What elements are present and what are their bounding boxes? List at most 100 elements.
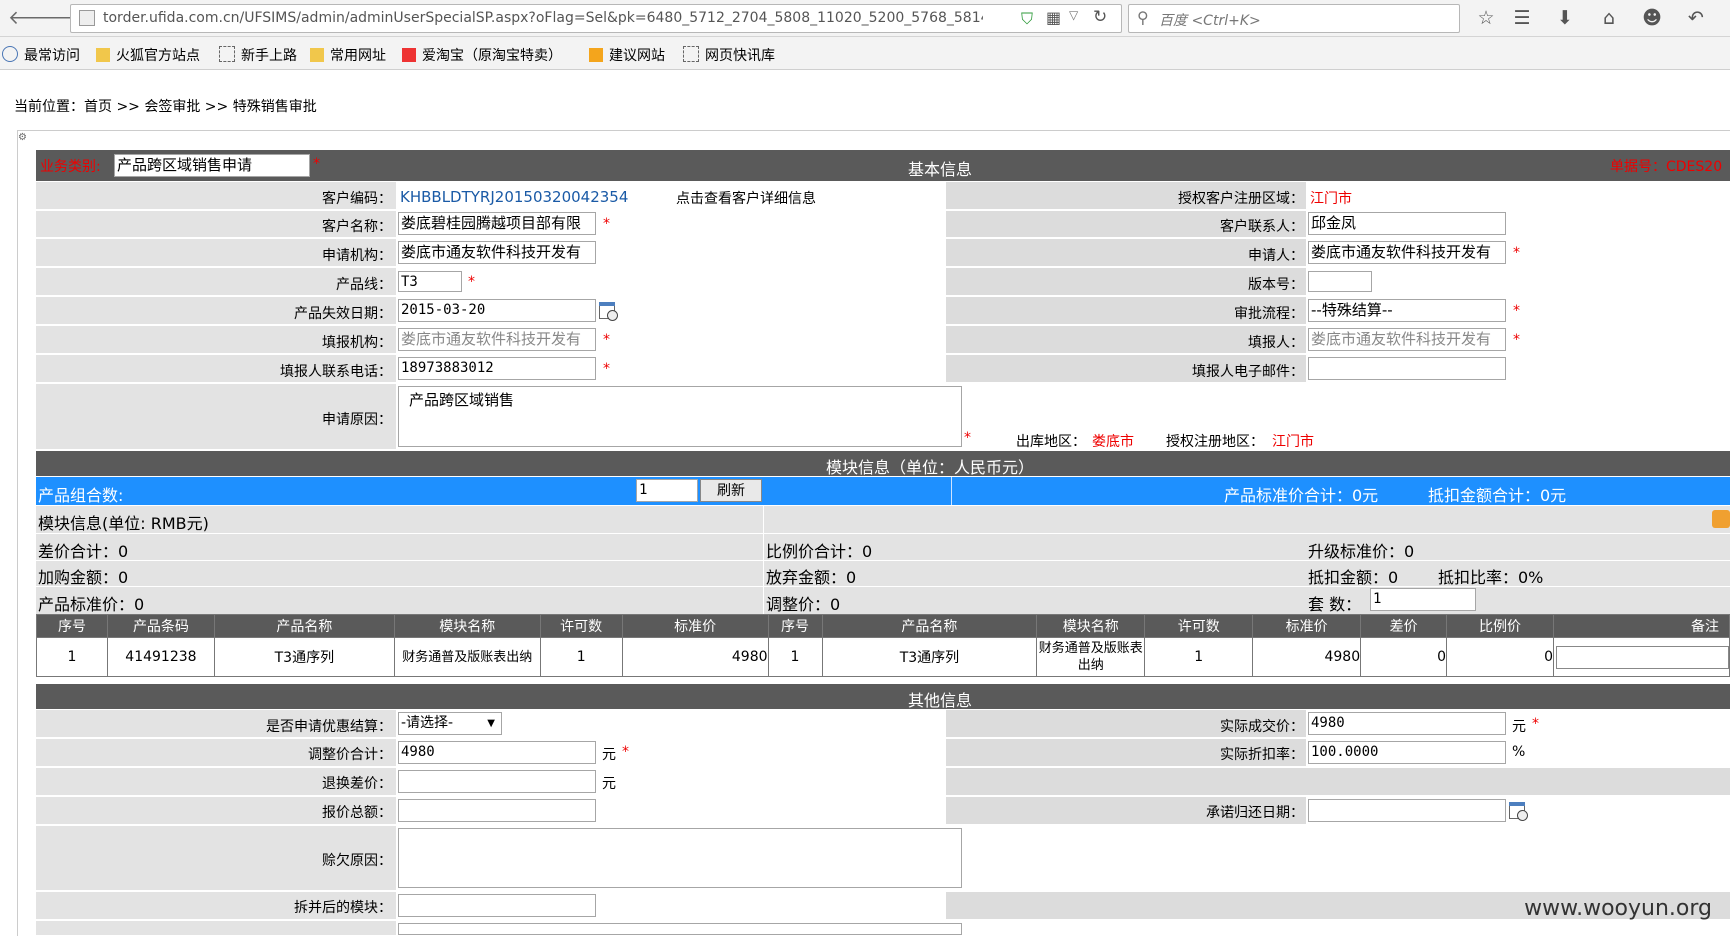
bookmark-firefox[interactable]: 火狐官方站点 [96,45,200,65]
product-line-input[interactable]: T3 [398,271,462,292]
required-mark: * [1513,332,1520,348]
table-cell: 41491238 [106,637,215,677]
bing-icon [589,48,603,62]
discount-value: -请选择- [401,715,454,731]
search-icon: ⚲ [1137,8,1149,27]
undo-icon[interactable]: ↶ [1684,6,1708,30]
doc-number: 单据号：CDES20 [1610,159,1723,175]
reading-list-icon[interactable]: ☰ [1510,6,1534,30]
required-mark: * [468,274,475,290]
phone-input[interactable]: 18973883012 [398,357,596,380]
col-header: 标准价 [621,614,769,638]
dropdown-icon[interactable]: ▽ [1069,8,1078,22]
col-header: 模块名称 [393,614,541,638]
breadcrumb: 当前位置：首页 >> 会签审批 >> 特殊销售审批 [14,99,317,115]
auth-region-value: 江门市 [1310,191,1352,207]
calendar-icon[interactable] [599,302,618,321]
bookmark-aitaobao[interactable]: 爱淘宝（原淘宝特卖） [402,45,562,65]
extra-textarea[interactable] [398,923,962,935]
return-date-label: 承诺归还日期： [1206,805,1304,821]
download-icon[interactable]: ⬇ [1553,6,1577,30]
qr-icon[interactable]: ▦ [1046,8,1061,27]
col-header: 许可数 [1144,614,1254,638]
folder-icon [310,48,324,62]
col-header: 模块名称 [1036,614,1146,638]
col-header: 产品名称 [821,614,1038,638]
combo-input[interactable]: 1 [636,479,698,502]
adjust-price: 调整价：0 [766,595,841,614]
add-amount: 加购金额：0 [38,568,129,587]
quote-total-label: 报价总额： [322,805,392,821]
quote-total-input[interactable] [398,799,596,822]
contact-input[interactable]: 邱金凤 [1308,212,1506,235]
required-mark: * [603,332,610,348]
product-line-label: 产品线： [336,277,392,293]
customer-detail-link[interactable]: 点击查看客户详细信息 [676,188,816,208]
flow-label: 审批流程： [1234,306,1304,322]
bookmark-common[interactable]: 常用网址 [310,45,386,65]
customer-code-label: 客户编码： [322,191,392,207]
taobao-icon [402,48,416,62]
reload-icon[interactable]: ↻ [1093,7,1107,27]
other-info-title: 其他信息 [908,691,973,710]
url-bar[interactable]: torder.ufida.com.cn/UFSIMS/admin/adminUs… [70,4,1122,33]
col-header: 许可数 [539,614,623,638]
settings-icon[interactable] [1712,510,1730,528]
search-icon [2,46,18,62]
remark-input[interactable] [1555,645,1729,669]
adjust-total-input[interactable]: 4980 [398,741,596,764]
filler-input[interactable]: 娄底市通友软件科技开发有 [1308,328,1506,351]
search-bar[interactable]: ⚲ 百度 <Ctrl+K> [1128,4,1460,33]
biz-type-input[interactable]: 产品跨区域销售申请 [114,154,310,177]
required-mark: * [1532,716,1539,732]
version-input[interactable] [1308,271,1372,292]
upgrade-std: 升级标准价：0 [1308,542,1415,561]
return-date-input[interactable] [1308,799,1506,822]
col-header: 序号 [36,614,108,638]
sets-input[interactable]: 1 [1370,588,1476,611]
phone-label: 填报人联系电话： [280,364,392,380]
email-input[interactable] [1308,357,1506,380]
back-icon[interactable]: 🡐 [8,6,59,30]
forward-icon[interactable]: 🡒 [38,6,89,30]
auth-reg-label: 授权注册地区： [1166,434,1264,450]
bookmark-web-slices[interactable]: 网页快讯库 [683,45,775,65]
module-summary: 模块信息(单位: RMB元) 差价合计：0 比例价合计：0 升级标准价：0 加购… [36,506,1730,614]
applicant-input[interactable]: 娄底市通友软件科技开发有 [1308,241,1506,264]
basic-info-header: 业务类别: 产品跨区域销售申请 * 基本信息 单据号：CDES20 [36,150,1730,181]
refresh-button[interactable]: 刷新 [700,479,762,502]
fill-org-label: 填报机构： [322,335,392,351]
calendar-icon[interactable] [1509,802,1528,821]
customer-code-link[interactable]: KHBBLDTYRJ20150320042354 [400,188,628,206]
required-mark: * [1513,303,1520,319]
actual-rate-input[interactable]: 100.0000 [1308,741,1506,764]
flow-select[interactable]: --特殊结算-- [1308,299,1506,322]
fill-org-input[interactable]: 娄底市通友软件科技开发有 [398,328,596,351]
debt-reason-textarea[interactable] [398,828,962,888]
watermark: www.wooyun.org [1524,896,1712,921]
refund-input[interactable] [398,770,596,793]
folder-icon [96,48,110,62]
split-module-input[interactable] [398,894,596,917]
actual-price-input[interactable]: 4980 [1308,712,1506,735]
actual-rate-label: 实际折扣率： [1220,747,1304,763]
expire-date-input[interactable]: 2015-03-20 [398,299,596,322]
reason-label: 申请原因： [322,412,392,428]
out-region-label: 出库地区： [1016,434,1086,450]
star-icon[interactable]: ☆ [1474,6,1498,30]
table-cell: T3通序列 [213,637,395,677]
combo-divider [951,477,952,505]
bookmark-most-visited[interactable]: 最常访问 [2,45,80,65]
apply-org-input[interactable]: 娄底市通友软件科技开发有 [398,241,596,264]
home-icon[interactable]: ⌂ [1597,6,1621,30]
chat-icon[interactable]: ☻ [1640,6,1664,30]
bookmark-getting-started[interactable]: 新手上路 [219,45,297,65]
reason-textarea[interactable]: 产品跨区域销售 [398,386,962,447]
unit-yuan: 元 [602,776,616,792]
bookmark-suggested[interactable]: 建议网站 [589,45,665,65]
filler-label: 填报人： [1248,335,1304,351]
discount-select[interactable]: -请选择- ▼ [398,712,502,735]
debt-reason-label: 赊欠原因： [322,853,392,869]
customer-name-input[interactable]: 娄底碧桂园腾越项目部有限 [398,212,596,235]
col-header: 序号 [767,614,823,638]
